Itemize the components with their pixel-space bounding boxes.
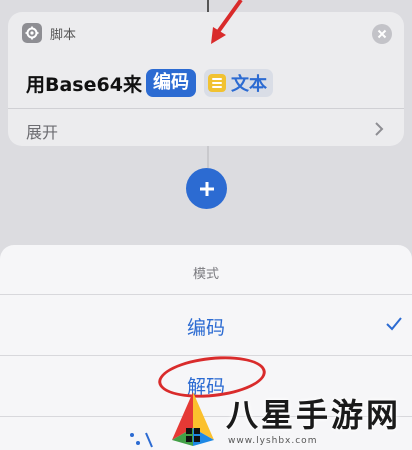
watermark-url: www.lyshbx.com bbox=[228, 436, 318, 446]
text-variable-label: 文本 bbox=[230, 74, 267, 95]
site-watermark: 八星手游网 www.lyshbx.com bbox=[162, 386, 412, 450]
action-prefix: 用Base64来 bbox=[26, 73, 142, 96]
chevron-right-icon bbox=[375, 122, 384, 136]
sparkle-icon bbox=[130, 432, 153, 448]
expand-label: 展开 bbox=[26, 123, 59, 142]
plus-icon bbox=[199, 181, 214, 196]
text-variable-icon bbox=[207, 74, 226, 92]
mode-parameter-token[interactable]: 编码 bbox=[145, 69, 196, 97]
add-action-button[interactable] bbox=[186, 168, 227, 209]
expand-row[interactable]: 展开 bbox=[8, 109, 404, 146]
checkmark-icon bbox=[386, 317, 402, 331]
watermark-logo-icon bbox=[172, 392, 214, 446]
text-variable-token[interactable]: 文本 bbox=[203, 69, 273, 97]
annotation-arrow-icon bbox=[211, 0, 243, 44]
flow-connector bbox=[207, 146, 209, 168]
action-sentence: 用Base64来 编码 文本 bbox=[26, 68, 273, 98]
mode-option-encode[interactable]: 编码 bbox=[0, 295, 412, 355]
mode-option-label: 编码 bbox=[186, 317, 225, 339]
sheet-title: 模式 bbox=[192, 267, 219, 282]
watermark-brand-text: 八星手游网 bbox=[226, 396, 402, 434]
